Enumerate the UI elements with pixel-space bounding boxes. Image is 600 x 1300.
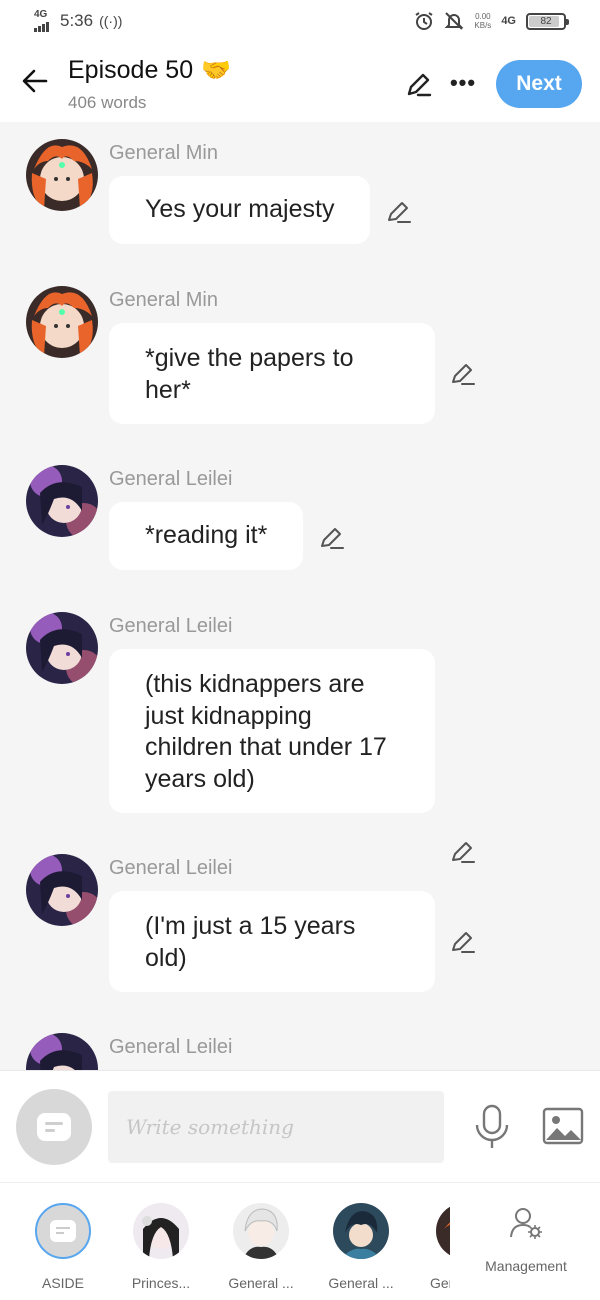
episode-title: Episode 50 <box>68 56 194 84</box>
message-bubble[interactable]: *reading it* <box>109 502 304 570</box>
speaker-name: General Min <box>109 289 218 311</box>
network-speed: 0.00 KB/s <box>474 12 492 30</box>
signal-icon: 4G <box>34 10 54 32</box>
chat-bubble-icon <box>37 1113 71 1141</box>
character-aside[interactable]: ASIDE <box>18 1203 108 1291</box>
composer-bar <box>0 1070 600 1182</box>
speaker-name: General Min <box>109 142 218 164</box>
character-general-partial[interactable]: Ger <box>396 1203 450 1291</box>
character-princess[interactable]: Princes... <box>116 1203 206 1291</box>
character-general[interactable]: General ... <box>316 1203 406 1291</box>
user-settings-icon <box>510 1208 542 1239</box>
avatar-general-min[interactable] <box>26 286 98 358</box>
message-bubble[interactable]: *give the papers to her* <box>109 323 435 424</box>
edit-message-icon[interactable] <box>449 928 477 956</box>
character-label: Princes... <box>131 1275 191 1291</box>
character-general[interactable]: General ... <box>216 1203 306 1291</box>
word-count: 406 words <box>68 93 147 112</box>
network-label: 4G <box>34 9 48 20</box>
management-button[interactable]: Management <box>478 1205 574 1274</box>
avatar <box>436 1203 450 1259</box>
edit-message-icon[interactable] <box>449 360 477 388</box>
handshake-emoji: 🤝 <box>201 57 231 84</box>
aside-avatar <box>35 1203 91 1259</box>
message-bubble[interactable]: Yes your majesty <box>109 176 371 244</box>
chat-area[interactable]: General Min Yes your majesty General Min… <box>0 122 600 1070</box>
avatar <box>233 1203 289 1259</box>
edit-pencil-icon[interactable] <box>404 70 434 100</box>
alarm-icon <box>415 12 433 30</box>
avatar-general-leilei[interactable] <box>26 612 98 684</box>
message-bubble[interactable]: (I'm just a 15 years old) <box>109 891 435 992</box>
next-button[interactable]: Next <box>496 60 582 108</box>
speaker-name: General Leilei <box>109 615 233 637</box>
mute-bell-icon <box>444 12 464 30</box>
image-icon[interactable] <box>542 1107 584 1145</box>
avatar <box>333 1203 389 1259</box>
edit-message-icon[interactable] <box>449 838 477 866</box>
page-title: Episode 50 🤝 <box>68 56 231 85</box>
avatar <box>133 1203 189 1259</box>
edit-message-icon[interactable] <box>318 524 346 552</box>
character-label: General ... <box>328 1275 394 1291</box>
edit-message-icon[interactable] <box>385 198 413 226</box>
speaker-name: General Leilei <box>109 468 233 490</box>
hotspot-icon: ((·)) <box>99 13 123 29</box>
character-label: ASIDE <box>41 1275 84 1291</box>
chat-bubble-icon <box>50 1220 76 1242</box>
character-label: General ... <box>228 1275 294 1291</box>
network-type: 4G <box>501 15 516 27</box>
battery-icon: 82 <box>526 12 569 30</box>
avatar-general-leilei[interactable] <box>26 1033 98 1070</box>
avatar-general-leilei[interactable] <box>26 465 98 537</box>
write-input[interactable] <box>108 1091 444 1163</box>
message-bubble[interactable]: (this kidnappers are just kidnapping chi… <box>109 649 435 813</box>
aside-toggle-button[interactable] <box>16 1089 92 1165</box>
more-options-icon[interactable]: ••• <box>448 70 478 100</box>
header: Episode 50 🤝 406 words ••• Next <box>0 44 600 122</box>
management-label: Management <box>485 1258 567 1274</box>
speaker-name: General Leilei <box>109 1036 233 1058</box>
avatar-general-min[interactable] <box>26 139 98 211</box>
back-arrow-icon[interactable] <box>18 64 52 98</box>
microphone-icon[interactable] <box>472 1103 512 1151</box>
character-label: Ger <box>430 1275 450 1291</box>
character-bar: ASIDE Princes... General ... General ...… <box>0 1182 600 1300</box>
speaker-name: General Leilei <box>109 857 233 879</box>
avatar-general-leilei[interactable] <box>26 854 98 926</box>
status-bar: 4G 5:36 ((·)) 0.00 KB/s 4G 82 <box>0 0 600 44</box>
status-time: 5:36 <box>60 11 94 30</box>
